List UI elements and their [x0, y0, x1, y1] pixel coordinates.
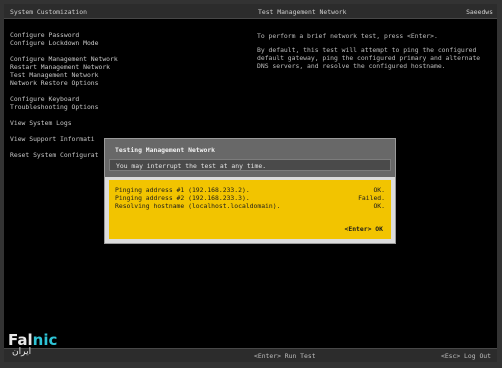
dialog-results: Pinging address #1 (192.168.233.2). OK. … — [109, 180, 391, 239]
ok-button[interactable]: <Enter> OK — [345, 225, 383, 233]
footer-bar: <Enter> Run Test <Esc> Log Out — [4, 348, 497, 362]
menu-item-test-management-network[interactable]: Test Management Network — [10, 72, 99, 79]
dialog-subtitle: You may interrupt the test at any time. — [116, 162, 267, 170]
menu-item-reset-system-configuration[interactable]: Reset System Configurat — [10, 152, 99, 159]
log-out-hint[interactable]: <Esc> Log Out — [441, 352, 491, 360]
dialog-title: Testing Management Network — [115, 146, 216, 154]
result-text: Pinging address #1 (192.168.233.2). — [115, 186, 250, 194]
help-text-line: To perform a brief network test, press <… — [257, 32, 438, 40]
console-screen: System Customization Test Management Net… — [4, 4, 497, 362]
result-status: OK. — [373, 186, 385, 194]
top-bar: System Customization Test Management Net… — [4, 4, 497, 19]
menu-item-configure-keyboard[interactable]: Configure Keyboard — [10, 96, 79, 103]
host-label: Saeedws — [466, 8, 493, 16]
logo-word-accent: nic — [32, 331, 58, 349]
menu-item-configure-management-network[interactable]: Configure Management Network — [10, 56, 118, 63]
result-status: Failed. — [358, 194, 385, 202]
menu-item-restart-management-network[interactable]: Restart Management Network — [10, 64, 110, 71]
result-status: OK. — [373, 202, 385, 210]
result-text: Pinging address #2 (192.168.233.3). — [115, 194, 250, 202]
dialog-header: Testing Management Network You may inter… — [105, 139, 395, 177]
menu-item-network-restore-options[interactable]: Network Restore Options — [10, 80, 99, 87]
help-text-line: DNS servers, and resolve the configured … — [257, 62, 446, 70]
result-text: Resolving hostname (localhost.localdomai… — [115, 202, 281, 210]
help-panel: To perform a brief network test, press <… — [257, 32, 493, 70]
section-title: Test Management Network — [258, 8, 347, 16]
run-test-hint[interactable]: <Enter> Run Test — [254, 352, 316, 360]
dialog-subtitle-bar: You may interrupt the test at any time. — [109, 159, 391, 171]
menu-item-troubleshooting-options[interactable]: Troubleshooting Options — [10, 104, 99, 111]
logo-subtitle: ایران — [12, 347, 32, 357]
result-row: Pinging address #1 (192.168.233.2). OK. — [115, 186, 385, 194]
result-row: Resolving hostname (localhost.localdomai… — [115, 202, 385, 210]
help-text-line: By default, this test will attempt to pi… — [257, 46, 477, 54]
menu-item-configure-lockdown[interactable]: Configure Lockdown Mode — [10, 40, 99, 47]
result-row: Pinging address #2 (192.168.233.3). Fail… — [115, 194, 385, 202]
menu-item-configure-password[interactable]: Configure Password — [10, 32, 79, 39]
page-title: System Customization — [10, 8, 87, 16]
falnic-watermark: Falnic ایران — [8, 331, 72, 361]
menu-item-view-system-logs[interactable]: View System Logs — [10, 120, 72, 127]
menu-item-view-support-information[interactable]: View Support Informati — [10, 136, 95, 143]
help-text-line: default gateway, ping the configured pri… — [257, 54, 481, 62]
test-network-dialog: Testing Management Network You may inter… — [104, 138, 396, 244]
